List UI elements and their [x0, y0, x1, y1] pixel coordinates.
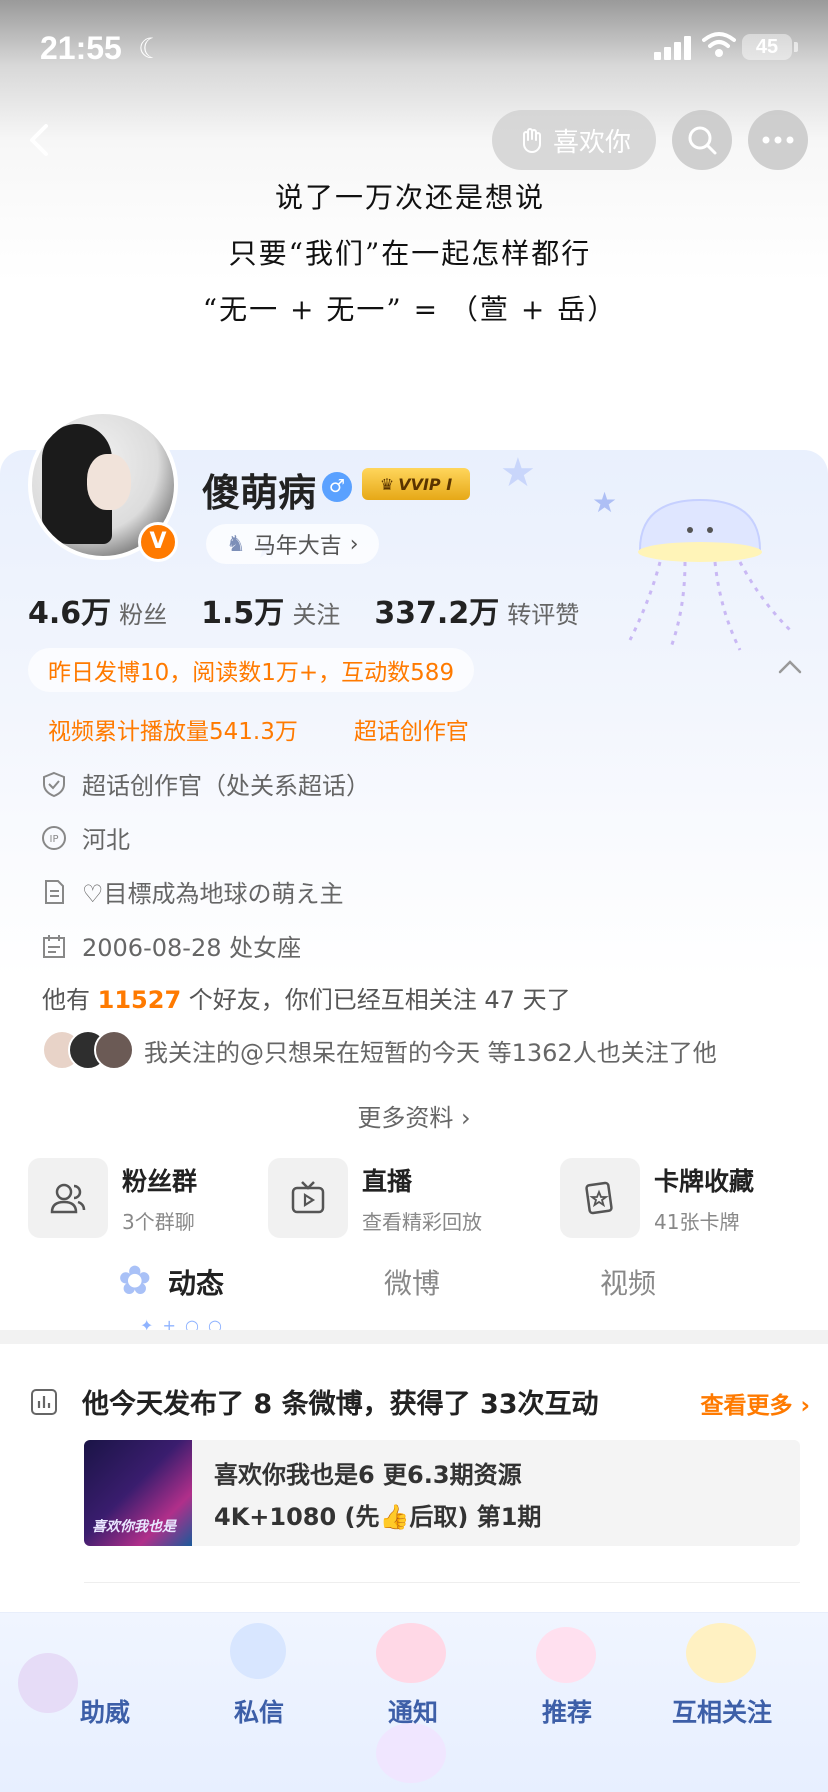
- bottom-nav: 助威 私信 通知 推荐 互相关注: [0, 1612, 828, 1792]
- calendar-icon: [43, 934, 65, 958]
- nav-recommend[interactable]: 推荐: [542, 1693, 592, 1729]
- summary-text: 他今天发布了 8 条微博，获得了 33次互动: [82, 1389, 599, 1420]
- mutual-avatars: [42, 1030, 134, 1070]
- male-icon: ♂: [322, 472, 352, 502]
- nav-mutual-follow[interactable]: 互相关注: [672, 1693, 772, 1729]
- post-title: 喜欢你我也是6 更6.3期资源 4K+1080 (先👍后取) 第1期: [214, 1461, 542, 1531]
- more-dots-icon: [762, 136, 794, 144]
- nav-cheer[interactable]: 助威: [80, 1693, 130, 1729]
- chevron-right-icon: ›: [461, 1104, 471, 1132]
- shield-icon: [43, 771, 65, 797]
- tab-dynamic[interactable]: 动态: [168, 1262, 224, 1302]
- like-you-button[interactable]: 喜欢你: [492, 110, 656, 170]
- feature-live[interactable]: 直播 查看精彩回放: [268, 1158, 482, 1238]
- creator-stats: 视频累计播放量541.3万 超话创作官: [48, 712, 469, 746]
- card-icon: [560, 1158, 640, 1238]
- fans-group-icon: [28, 1158, 108, 1238]
- stat-fans[interactable]: 4.6万 粉丝: [28, 588, 167, 632]
- info-row: ♡目標成為地球の萌え主: [40, 874, 344, 909]
- chevron-up-icon[interactable]: [776, 654, 804, 678]
- stat-likes[interactable]: 337.2万 转评赞: [374, 588, 579, 632]
- see-more-link[interactable]: 查看更多 ›: [701, 1386, 811, 1420]
- tab-weibo[interactable]: 微博: [384, 1262, 440, 1302]
- ip-icon: IP: [42, 825, 66, 850]
- chevron-right-icon: ›: [349, 531, 359, 557]
- signal-icon: [654, 36, 692, 60]
- post-summary: 他今天发布了 8 条微博，获得了 33次互动 查看更多 ›: [30, 1382, 810, 1426]
- cover-banner: 21:55 ☾ 45 喜欢你 说了一万次还是想说 只要“我们”在一起怎样都行 “…: [0, 0, 828, 470]
- friends-line: 他有 11527 个好友，你们已经互相关注 47 天了: [42, 986, 571, 1014]
- cover-handwriting: 说了一万次还是想说 只要“我们”在一起怎样都行 “无一 + 无一” = （萱 +…: [180, 170, 640, 338]
- feature-fans-group[interactable]: 粉丝群 3个群聊: [28, 1158, 197, 1238]
- status-bar: 21:55 ☾ 45: [0, 0, 828, 100]
- stat-following[interactable]: 1.5万 关注: [201, 588, 340, 632]
- info-row: 超话创作官（处关系超话）: [40, 766, 370, 801]
- crown-icon: ♛: [379, 474, 395, 494]
- document-icon: [45, 879, 64, 904]
- verified-badge: V: [138, 522, 178, 562]
- search-icon: [688, 126, 717, 155]
- more-info-link[interactable]: 更多资料 ›: [0, 1098, 828, 1133]
- mutual-follow-row[interactable]: 我关注的@只想呆在短暂的今天 等1362人也关注了他: [42, 1030, 717, 1070]
- profile-tabs: ✿ 动态 微博 视频: [0, 1258, 828, 1326]
- hand-icon: [522, 128, 541, 153]
- yesterday-stats[interactable]: 昨日发博10，阅读数1万+，互动数589: [28, 648, 475, 692]
- nav-messages[interactable]: 私信: [234, 1693, 284, 1729]
- mutual-follow-text: 我关注的@只想呆在短暂的今天 等1362人也关注了他: [144, 1038, 717, 1067]
- profile-tag-label: 马年大吉: [253, 534, 342, 559]
- star-decoration-icon: ★: [592, 486, 618, 519]
- feature-cards[interactable]: 卡牌收藏 41张卡牌: [560, 1158, 754, 1238]
- nav-notifications[interactable]: 通知: [388, 1693, 438, 1729]
- section-divider: [0, 1330, 828, 1344]
- jellyfish-decoration-icon: [628, 498, 792, 651]
- profile-name: 傻萌病: [202, 471, 317, 515]
- chart-icon: [31, 1389, 57, 1415]
- star-decoration-icon: ★: [500, 450, 536, 496]
- cover-line: 说了一万次还是想说: [274, 181, 545, 214]
- feature-row: 粉丝群 3个群聊 直播 查看精彩回放 卡牌收藏 41张卡牌: [28, 1158, 808, 1242]
- info-row: IP 河北: [40, 820, 130, 855]
- status-time: 21:55: [40, 30, 122, 66]
- vvip-label: VVIP I: [398, 474, 453, 494]
- tab-icon: ✿: [118, 1258, 152, 1304]
- search-button[interactable]: [672, 110, 732, 170]
- friends-count[interactable]: 11527: [98, 986, 182, 1014]
- profile-tag[interactable]: ♞ 马年大吉 ›: [206, 524, 379, 564]
- tab-video[interactable]: 视频: [600, 1262, 656, 1302]
- moon-icon: ☾: [138, 32, 164, 65]
- wifi-icon: [702, 32, 736, 57]
- video-plays[interactable]: 视频累计播放量541.3万: [48, 712, 298, 746]
- post-separator: [84, 1582, 800, 1583]
- media-post[interactable]: 喜欢你我也是 喜欢你我也是6 更6.3期资源 4K+1080 (先👍后取) 第1…: [84, 1440, 800, 1546]
- more-button[interactable]: [748, 110, 808, 170]
- profile-stats: 4.6万 粉丝 1.5万 关注 337.2万 转评赞: [28, 588, 579, 632]
- cover-line: “无一 + 无一” = （萱 + 岳）: [202, 293, 618, 326]
- like-you-label: 喜欢你: [552, 127, 631, 158]
- svg-text:IP: IP: [50, 834, 59, 845]
- info-row: 2006-08-28 处女座: [40, 928, 301, 963]
- post-thumbnail[interactable]: 喜欢你我也是: [84, 1440, 192, 1546]
- tv-icon: [268, 1158, 348, 1238]
- cover-line: 只要“我们”在一起怎样都行: [228, 237, 592, 270]
- horse-icon: ♞: [226, 531, 246, 557]
- back-icon[interactable]: [20, 120, 60, 160]
- vvip-badge[interactable]: ♛ VVIP I: [362, 468, 470, 500]
- super-topic-creator[interactable]: 超话创作官: [354, 712, 469, 746]
- battery-indicator: 45: [742, 34, 798, 60]
